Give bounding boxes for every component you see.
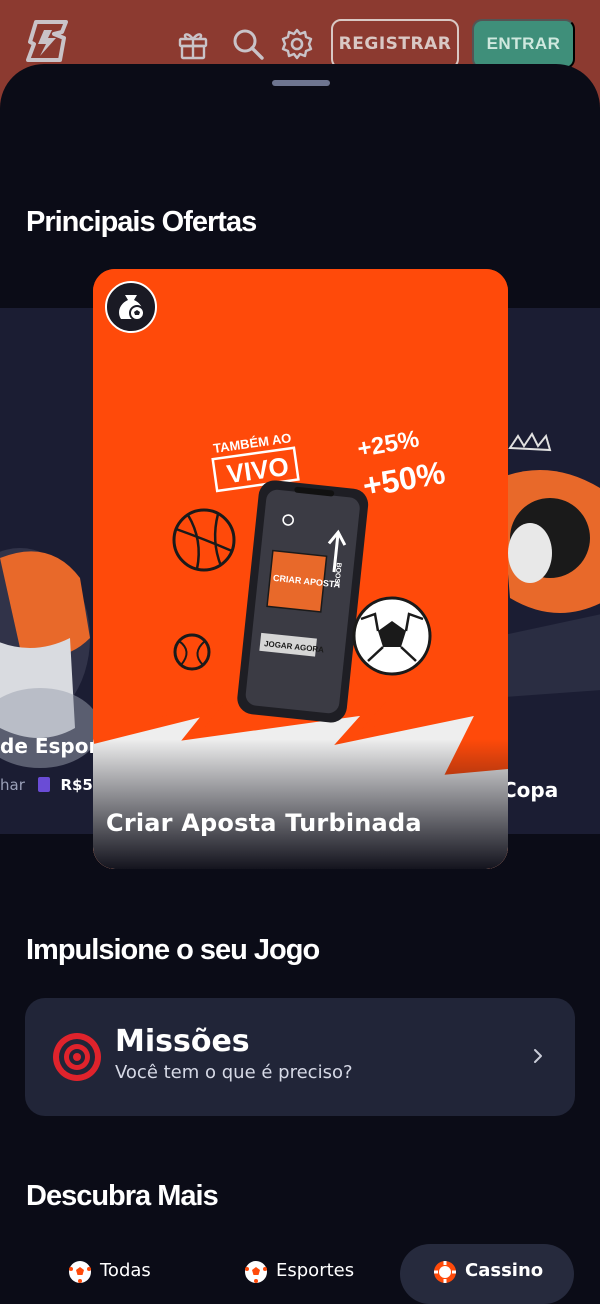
left-card-title: de Esport bbox=[0, 734, 108, 758]
coupon-icon bbox=[37, 777, 50, 792]
boost-section-title: Impulsione o seu Jogo bbox=[26, 934, 320, 966]
tab-esportes[interactable]: Esportes bbox=[222, 1244, 382, 1304]
missions-title: Missões bbox=[115, 1024, 250, 1059]
missions-subtitle: Você tem o que é preciso? bbox=[115, 1062, 353, 1083]
left-card-subtitle: har R$50 bbox=[0, 776, 104, 794]
main-card-title: Criar Aposta Turbinada bbox=[106, 809, 422, 837]
tab-todas-label: Todas bbox=[100, 1260, 151, 1281]
search-icon[interactable] bbox=[232, 28, 264, 60]
tab-cassino[interactable]: Cassino bbox=[400, 1244, 574, 1304]
chevron-right-icon bbox=[534, 1049, 542, 1063]
right-card-title: Copa bbox=[502, 778, 559, 802]
missions-card[interactable]: Missões Você tem o que é preciso? bbox=[25, 998, 575, 1116]
soccer-ball-icon bbox=[245, 1261, 267, 1283]
soccer-ball-illustration bbox=[352, 596, 432, 676]
target-icon bbox=[53, 1033, 101, 1081]
tab-cassino-label: Cassino bbox=[465, 1260, 544, 1281]
gear-icon[interactable] bbox=[281, 28, 313, 60]
gift-icon[interactable] bbox=[177, 28, 209, 60]
register-button[interactable]: REGISTRAR bbox=[331, 19, 459, 69]
soccer-ball-icon bbox=[69, 1261, 91, 1283]
tab-todas[interactable]: Todas bbox=[48, 1244, 178, 1304]
boost-promo-art: TAMBÉM AO VIVO +25% +50% CRIAR APOSTA BO… bbox=[93, 269, 508, 869]
offers-section-title: Principais Ofertas bbox=[26, 206, 257, 238]
offers-sheet: Principais Ofertas de Esport har R$50 Co… bbox=[0, 64, 600, 1304]
tab-esportes-label: Esportes bbox=[276, 1260, 355, 1281]
discover-section-title: Descubra Mais bbox=[26, 1180, 219, 1212]
boost-bag-icon bbox=[105, 281, 157, 333]
brand-logo-icon[interactable] bbox=[26, 20, 72, 62]
poker-chip-icon bbox=[434, 1261, 456, 1283]
sheet-drag-handle[interactable] bbox=[272, 80, 330, 86]
login-button[interactable]: ENTRAR bbox=[472, 19, 575, 69]
offer-card-main[interactable]: TAMBÉM AO VIVO +25% +50% CRIAR APOSTA BO… bbox=[93, 269, 508, 869]
